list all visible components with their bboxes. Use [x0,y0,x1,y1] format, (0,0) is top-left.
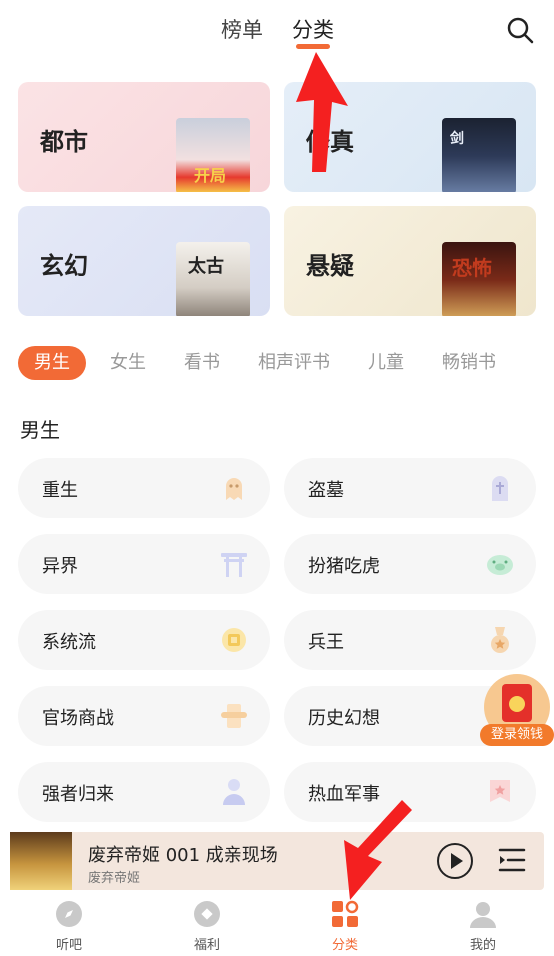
star-badge-icon [490,780,510,802]
playlist-icon[interactable] [498,846,526,874]
nav-item-mine[interactable]: 我的 [414,890,552,956]
nav-label: 我的 [469,938,496,953]
filter-chips: 男生 女生 看书 相声评书 儿童 畅销书 [18,346,554,380]
person-icon [223,779,245,805]
player-title: 废弃帝姬 001 成亲现场 [88,845,278,866]
nav-item-listen[interactable]: 听吧 [0,890,138,956]
chip-crosstalk[interactable]: 相声评书 [258,346,330,380]
coin-icon [509,696,525,712]
category-card-fantasy[interactable]: 玄幻 太古 [18,206,270,316]
chip-icon [222,628,246,652]
player-cover-image [10,832,72,890]
genre-label: 异界 [42,556,78,577]
genre-pill-soldier-king[interactable]: 兵王 [284,610,536,670]
genre-pill-tomb-raiding[interactable]: 盗墓 [284,458,536,518]
chip-children[interactable]: 儿童 [368,346,404,380]
genre-label: 系统流 [42,632,96,653]
genre-label: 热血军事 [308,784,380,805]
medal-icon [491,627,509,653]
genre-label: 官场商战 [42,708,114,729]
genre-label: 盗墓 [308,480,344,501]
compass-icon [56,901,82,927]
category-card-label: 都市 [40,128,88,156]
login-reward-badge[interactable]: 登录领钱 [480,674,554,746]
genre-pill-rebirth[interactable]: 重生 [18,458,270,518]
gift-icon [194,901,220,927]
chip-bestseller[interactable]: 畅销书 [442,346,496,380]
nav-label: 分类 [331,938,358,953]
book-cover-image: 恐怖 [442,242,516,316]
category-card-label: 悬疑 [306,252,354,280]
top-header: 榜单 分类 [0,0,554,60]
category-card-label: 修真 [306,128,354,156]
section-title: 男生 [20,418,60,442]
mini-player[interactable]: 废弃帝姬 001 成亲现场 废弃帝姬 [10,832,544,890]
grid-icon [332,900,359,927]
active-tab-indicator [296,44,330,49]
nav-label: 福利 [193,938,220,953]
reward-label: 登录领钱 [480,724,554,746]
genre-pill-officialdom[interactable]: 官场商战 [18,686,270,746]
user-icon [470,902,496,928]
category-card-urban[interactable]: 都市 开局 [18,82,270,192]
genre-label: 重生 [42,480,78,501]
genre-label: 强者归来 [42,784,114,805]
book-cover-image: 太古 [176,242,250,316]
tombstone-icon [492,476,508,501]
nav-item-category[interactable]: 分类 [276,890,414,956]
chip-reading[interactable]: 看书 [184,346,220,380]
book-cover-image: 开局 [176,118,250,192]
player-subtitle: 废弃帝姬 [88,871,141,886]
bottom-nav: 听吧 福利 分类 我的 [0,890,554,956]
pig-icon [487,555,513,575]
genre-pill-military[interactable]: 热血军事 [284,762,536,822]
tab-category[interactable]: 分类 [292,14,334,44]
play-icon[interactable] [436,842,474,880]
torii-gate-icon [221,553,247,577]
category-card-suspense[interactable]: 悬疑 恐怖 [284,206,536,316]
tab-ranking[interactable]: 榜单 [221,14,263,44]
cover-title: 恐怖 [452,256,492,280]
genre-pill-strong-return[interactable]: 强者归来 [18,762,270,822]
genre-label: 扮猪吃虎 [308,556,380,577]
genre-label: 兵王 [308,632,344,653]
chip-female[interactable]: 女生 [110,346,146,380]
nav-label: 听吧 [55,938,82,953]
genre-pill-other-world[interactable]: 异界 [18,534,270,594]
search-icon[interactable] [504,14,536,46]
category-card-label: 玄幻 [40,252,88,280]
ghost-icon [226,478,242,500]
scroll-icon [221,704,247,728]
category-card-cultivation[interactable]: 修真 剑 [284,82,536,192]
book-cover-image: 剑 [442,118,516,192]
cover-title: 剑 [450,131,464,147]
cover-title: 太古 [188,256,224,277]
chip-male[interactable]: 男生 [18,346,86,380]
genre-pill-system[interactable]: 系统流 [18,610,270,670]
cover-title: 开局 [194,166,227,185]
genre-pill-pig-tiger[interactable]: 扮猪吃虎 [284,534,536,594]
genre-label: 历史幻想 [308,708,380,729]
nav-item-welfare[interactable]: 福利 [138,890,276,956]
